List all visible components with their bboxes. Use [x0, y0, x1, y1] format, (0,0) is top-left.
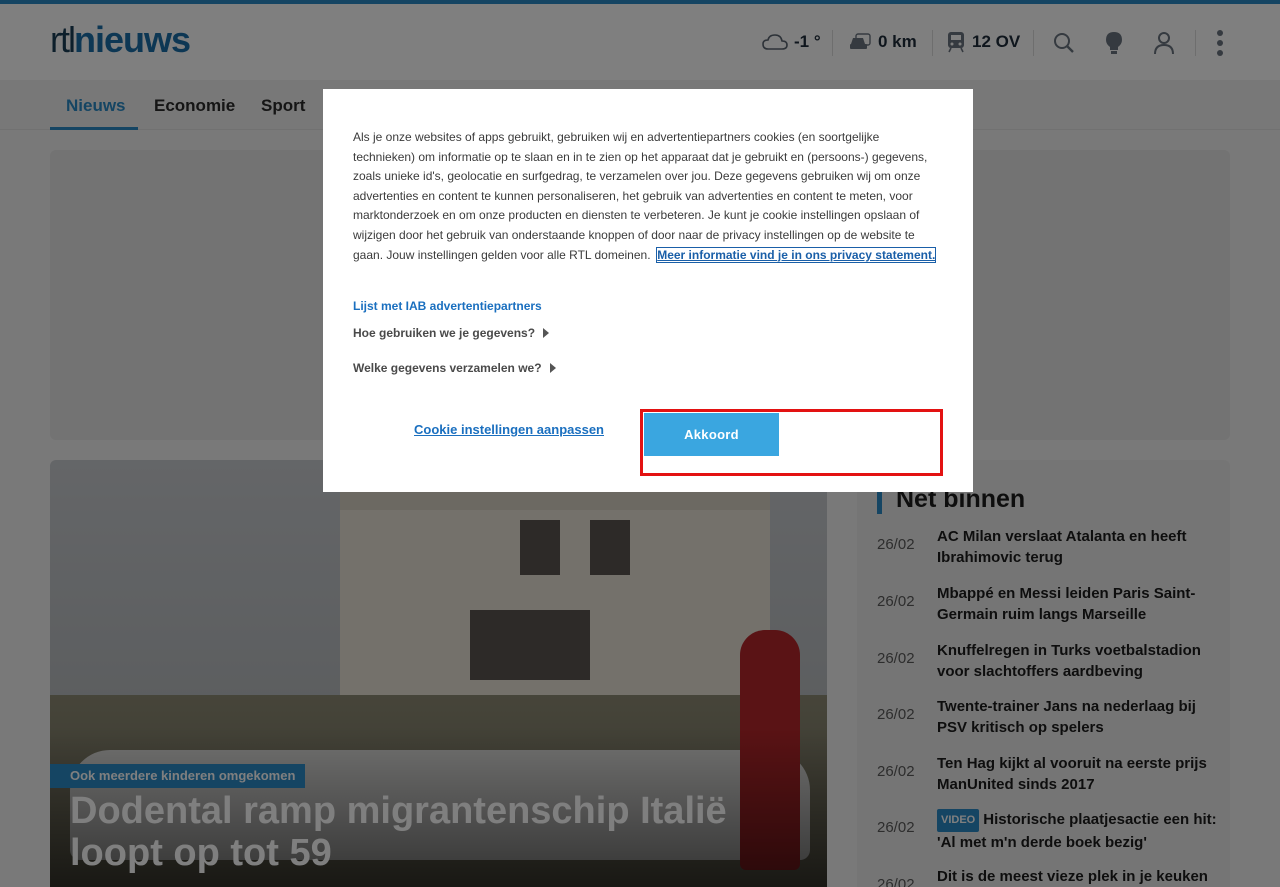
privacy-statement-link[interactable]: Meer informatie vind je in ons privacy s… [656, 246, 937, 263]
accept-button-highlight [640, 409, 943, 476]
caret-right-icon [549, 363, 556, 373]
cookie-body-text: Als je onze websites of apps gebruikt, g… [353, 130, 928, 262]
caret-right-icon [543, 328, 550, 338]
expander-label: Welke gegevens verzamelen we? [353, 361, 542, 375]
cookie-consent-text: Als je onze websites of apps gebruikt, g… [353, 128, 943, 265]
what-data-collected-expander[interactable]: Welke gegevens verzamelen we? [353, 361, 556, 375]
cookie-settings-link[interactable]: Cookie instellingen aanpassen [414, 422, 604, 437]
expander-label: Hoe gebruiken we je gegevens? [353, 326, 536, 340]
how-data-used-expander[interactable]: Hoe gebruiken we je gegevens? [353, 326, 550, 340]
iab-partners-link[interactable]: Lijst met IAB advertentiepartners [353, 299, 542, 313]
